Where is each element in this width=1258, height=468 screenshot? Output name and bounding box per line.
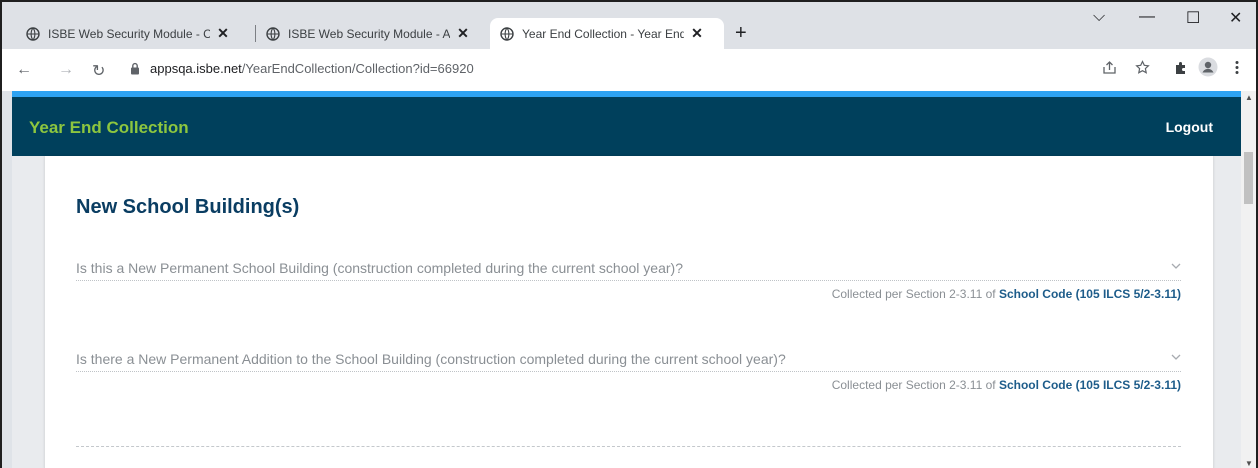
question-note: Collected per Section 2-3.11 of School C…: [76, 287, 1181, 301]
maximize-button[interactable]: ☐: [1186, 8, 1200, 28]
close-tab-icon[interactable]: ✕: [216, 25, 230, 42]
school-code-link[interactable]: School Code (105 ILCS 5/2-3.11): [999, 287, 1181, 301]
tab-search-dropdown-icon[interactable]: ⌵: [1093, 8, 1105, 26]
chevron-down-icon[interactable]: [1171, 351, 1181, 363]
section-divider: [76, 446, 1181, 447]
close-window-button[interactable]: ✕: [1229, 8, 1242, 28]
browser-tab-web-security-cool[interactable]: ISBE Web Security Module - Cool ✕: [16, 18, 254, 49]
tab-title: ISBE Web Security Module - Appl: [288, 26, 450, 41]
scroll-thumb[interactable]: [1244, 152, 1253, 204]
forward-button[interactable]: →: [58, 61, 74, 79]
logout-link[interactable]: Logout: [1166, 119, 1213, 135]
note-prefix: Collected per Section 2-3.11 of: [831, 378, 999, 392]
lock-icon[interactable]: [130, 62, 140, 80]
profile-icon[interactable]: [1198, 57, 1218, 81]
new-tab-button[interactable]: +: [735, 22, 747, 45]
app-header: Year End Collection Logout: [12, 97, 1241, 156]
note-prefix: Collected per Section 2-3.11 of: [831, 287, 999, 301]
browser-window: ISBE Web Security Module - Cool ✕ ISBE W…: [0, 0, 1258, 468]
menu-icon[interactable]: [1235, 60, 1239, 79]
browser-tab-web-security-appl[interactable]: ISBE Web Security Module - Appl ✕: [256, 18, 486, 49]
section-title: New School Building(s): [76, 196, 300, 218]
minimize-button[interactable]: —: [1139, 8, 1155, 26]
address-bar[interactable]: appsqa.isbe.net/YearEndCollection/Collec…: [150, 61, 474, 76]
globe-icon: [500, 26, 514, 41]
url-path: /YearEndCollection/Collection?id=66920: [241, 61, 474, 76]
question-text[interactable]: Is there a New Permanent Addition to the…: [76, 351, 1181, 372]
globe-icon: [26, 26, 40, 41]
question-note: Collected per Section 2-3.11 of School C…: [76, 378, 1181, 392]
app-title[interactable]: Year End Collection: [29, 118, 189, 138]
school-code-link[interactable]: School Code (105 ILCS 5/2-3.11): [999, 378, 1181, 392]
tab-title: Year End Collection - Year End Co: [522, 26, 684, 41]
reload-button[interactable]: ↻: [92, 61, 105, 81]
back-button[interactable]: ←: [16, 61, 32, 79]
scroll-down-arrow-icon[interactable]: ▼: [1245, 459, 1253, 468]
share-icon[interactable]: [1102, 60, 1117, 79]
question-new-building[interactable]: Is this a New Permanent School Building …: [76, 260, 1181, 301]
chevron-down-icon[interactable]: [1171, 260, 1181, 272]
browser-tab-year-end-collection[interactable]: Year End Collection - Year End Co ✕: [490, 18, 724, 49]
url-domain: appsqa.isbe.net: [150, 61, 242, 76]
question-new-addition[interactable]: Is there a New Permanent Addition to the…: [76, 351, 1181, 392]
page-scrollbar[interactable]: ▲ ▼: [1241, 91, 1256, 468]
scroll-up-arrow-icon[interactable]: ▲: [1245, 93, 1253, 102]
star-icon[interactable]: [1135, 60, 1150, 79]
globe-icon: [266, 26, 280, 41]
tab-title: ISBE Web Security Module - Cool: [48, 26, 210, 41]
browser-toolbar: ← → ↻ appsqa.isbe.net/YearEndCollection/…: [2, 49, 1256, 91]
close-tab-icon[interactable]: ✕: [456, 25, 470, 42]
form-card: New School Building(s) Is this a New Per…: [45, 156, 1213, 468]
extensions-icon[interactable]: [1173, 60, 1188, 79]
close-tab-icon[interactable]: ✕: [690, 25, 704, 42]
question-text[interactable]: Is this a New Permanent School Building …: [76, 260, 1181, 281]
